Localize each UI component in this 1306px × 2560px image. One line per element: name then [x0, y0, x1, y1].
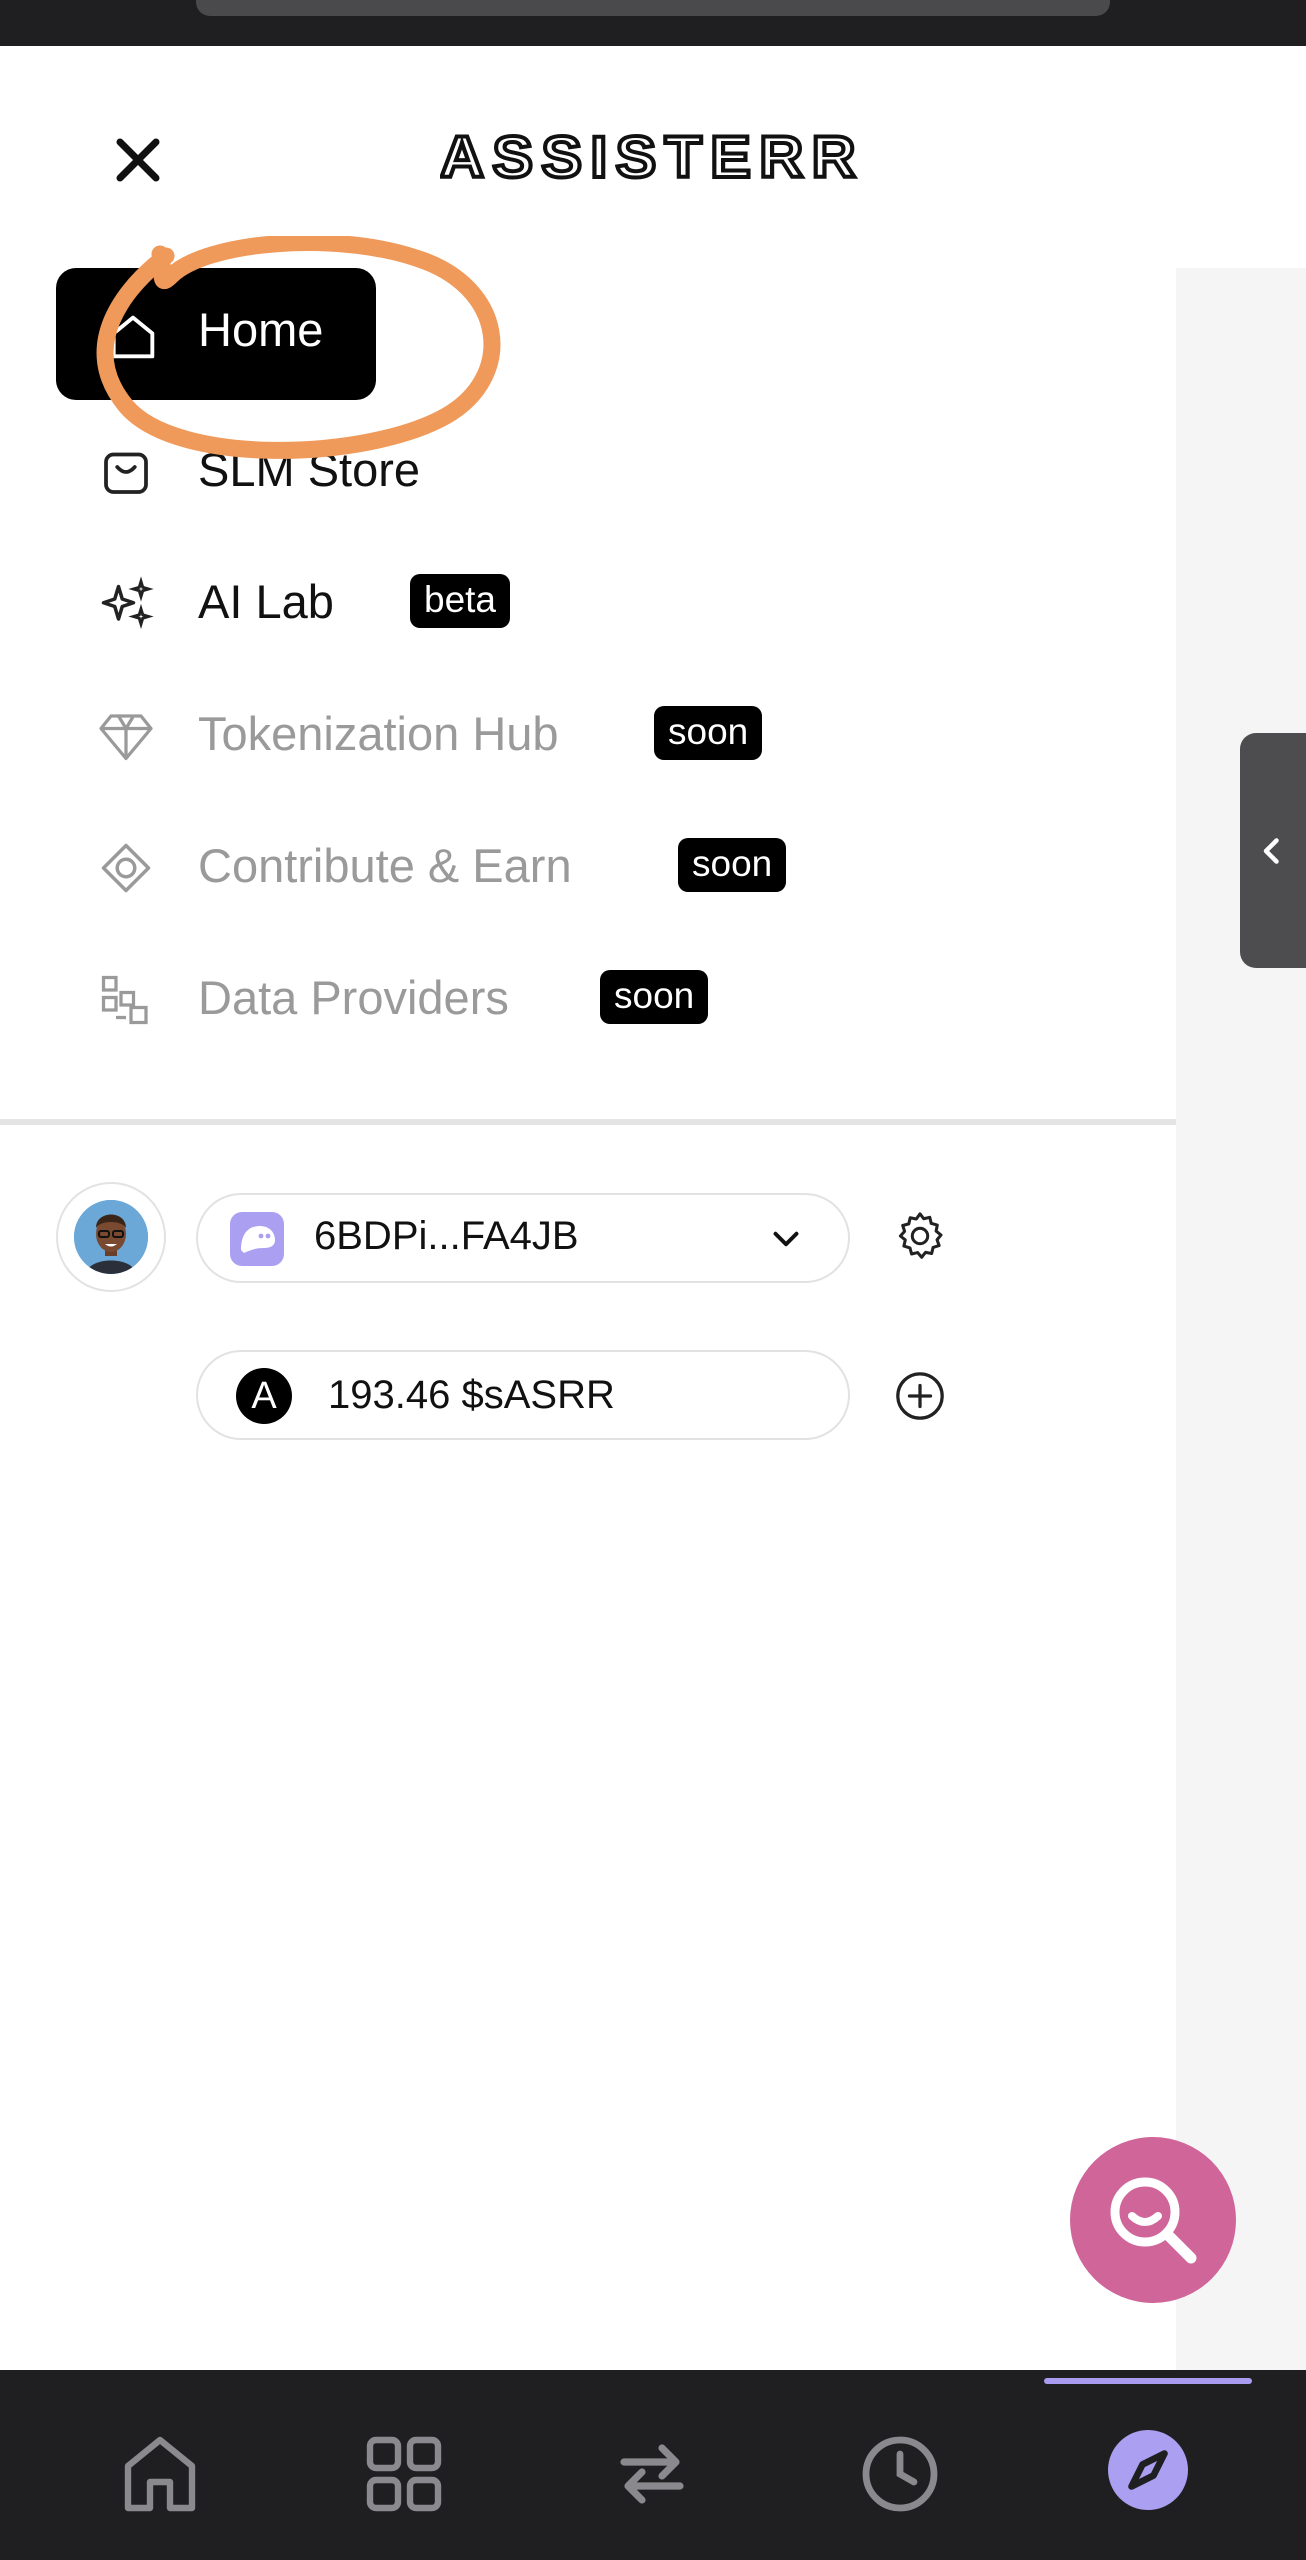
diamond-icon — [96, 706, 156, 770]
menu-item-tokenization-hub[interactable]: Tokenization Hub soon — [96, 692, 856, 772]
home-icon — [124, 2436, 196, 2512]
compass-icon — [1128, 2450, 1168, 2490]
bottom-nav-explore[interactable] — [1104, 2426, 1200, 2522]
grid-icon — [366, 2436, 442, 2512]
soon-badge: soon — [678, 838, 787, 892]
bottom-nav-home[interactable] — [112, 2426, 208, 2522]
menu-item-label: Tokenization Hub — [198, 707, 559, 760]
menu-item-label: Data Providers — [198, 971, 509, 1024]
avatar[interactable] — [56, 1182, 166, 1292]
contribute-icon — [96, 838, 156, 902]
active-tab-indicator — [1044, 2378, 1252, 2384]
soon-badge: soon — [600, 970, 709, 1024]
phantom-wallet-icon — [230, 1212, 284, 1266]
chevron-down-icon — [768, 1221, 804, 1261]
clock-icon — [862, 2436, 938, 2512]
browser-url-bar[interactable] — [196, 0, 1110, 16]
menu-item-contribute-earn[interactable]: Contribute & Earn soon — [96, 824, 856, 904]
beta-badge: beta — [410, 574, 511, 628]
menu-item-home[interactable]: Home — [56, 268, 376, 400]
data-blocks-icon — [96, 970, 156, 1034]
wallet-selector[interactable]: 6BDPi...FA4JB — [196, 1193, 850, 1283]
menu-item-label: SLM Store — [198, 443, 421, 496]
menu-item-label: Contribute & Earn — [198, 839, 572, 892]
chevron-left-icon — [1263, 838, 1279, 864]
add-funds-button[interactable] — [892, 1368, 948, 1428]
menu-item-label: Home — [198, 303, 324, 356]
main-content-pane — [1176, 268, 1306, 2370]
assisterr-logo: ASSISTERR — [440, 128, 866, 188]
sasrr-token-icon: A — [236, 1368, 292, 1424]
search-fab-button[interactable] — [1070, 2137, 1236, 2303]
browser-top-bar — [0, 0, 1306, 46]
bottom-nav-apps[interactable] — [356, 2426, 452, 2522]
svg-text:ASSISTERR: ASSISTERR — [440, 128, 864, 188]
gear-icon — [898, 1212, 943, 1259]
avatar-image — [74, 1200, 148, 1274]
home-outline-icon — [104, 308, 162, 370]
menu-item-label: AI Lab — [198, 575, 334, 628]
swap-arrows-icon — [620, 2444, 684, 2504]
plus-circle-icon — [896, 1372, 944, 1420]
section-divider — [0, 1119, 1176, 1125]
bottom-nav-swap[interactable] — [604, 2426, 700, 2522]
menu-item-slm-store[interactable]: SLM Store — [96, 428, 856, 508]
settings-button[interactable] — [892, 1208, 948, 1268]
menu-item-data-providers[interactable]: Data Providers soon — [96, 956, 856, 1036]
wallet-address: 6BDPi...FA4JB — [314, 1214, 579, 1258]
token-balance-value: 193.46 $sASRR — [328, 1373, 615, 1417]
sparkles-icon — [96, 574, 156, 638]
bottom-navigation — [0, 2370, 1306, 2560]
bottom-nav-history[interactable] — [852, 2426, 948, 2522]
collapse-sidebar-button[interactable] — [1240, 733, 1306, 968]
close-menu-button[interactable] — [106, 128, 170, 192]
search-smile-icon — [1110, 2177, 1197, 2264]
menu-item-ai-lab[interactable]: AI Lab beta — [96, 560, 856, 640]
close-icon — [116, 138, 160, 182]
token-balance: A 193.46 $sASRR — [196, 1350, 850, 1440]
soon-badge: soon — [654, 706, 763, 760]
shopping-bag-icon — [96, 442, 156, 506]
